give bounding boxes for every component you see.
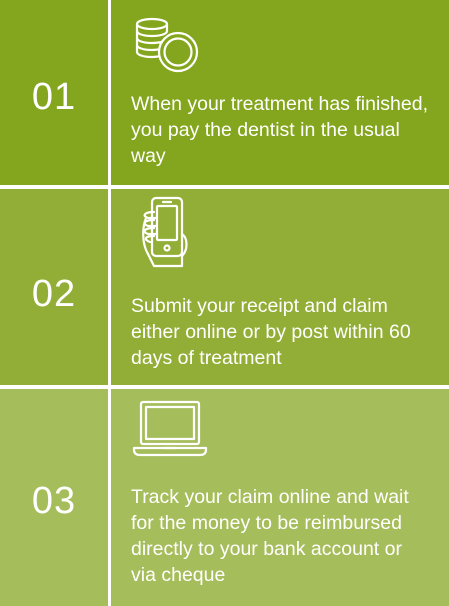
smartphone-hand-icon	[130, 194, 200, 279]
step-description: When your treatment has finished, you pa…	[131, 93, 428, 167]
step-3: 03 Track your claim online and wait for …	[0, 389, 449, 606]
step-divider	[108, 189, 111, 385]
step-divider	[108, 0, 111, 185]
laptop-icon	[130, 398, 210, 465]
step-description: Track your claim online and wait for the…	[131, 486, 409, 586]
step-2: 02 Submit your receipt and claim either …	[0, 189, 449, 385]
coins-icon	[130, 16, 210, 81]
step-1: 01 When your treatment has finished, you…	[0, 0, 449, 185]
step-number: 03	[31, 480, 77, 522]
step-number: 02	[31, 273, 77, 315]
step-number: 01	[31, 76, 77, 118]
step-divider	[108, 389, 111, 606]
claim-steps: 01 When your treatment has finished, you…	[0, 0, 449, 606]
step-description: Submit your receipt and claim either onl…	[131, 295, 411, 369]
